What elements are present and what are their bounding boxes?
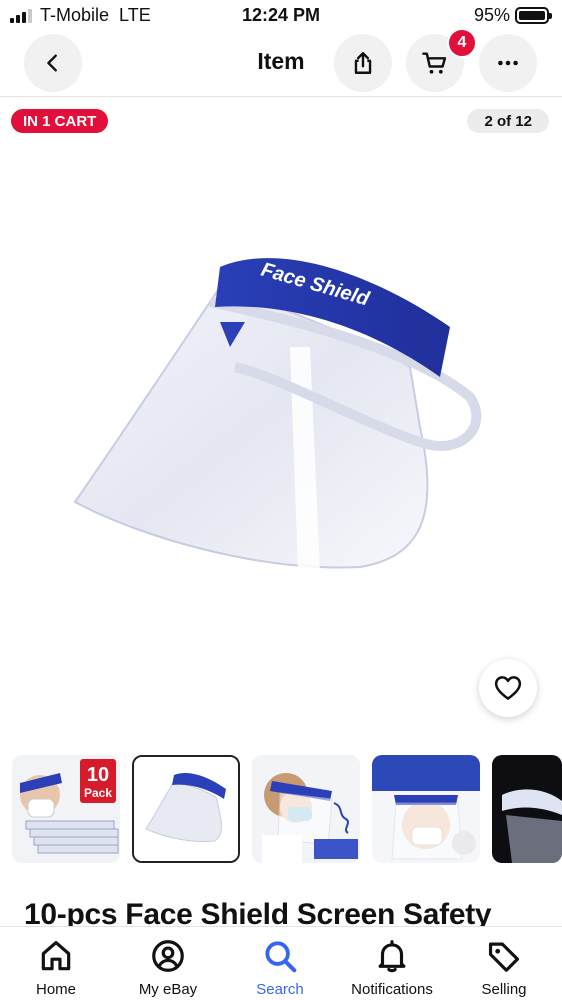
- cart-count-badge: 4: [447, 28, 477, 58]
- tag-icon: [488, 942, 520, 972]
- product-image-gallery[interactable]: IN 1 CART 2 of 12 Face Shield: [0, 97, 562, 747]
- nav-notifications[interactable]: Notifications: [336, 927, 448, 1000]
- thumbnail-partial-image: [492, 755, 562, 863]
- more-options-button[interactable]: [479, 34, 537, 92]
- bottom-navigation: Home My eBay Search Notifications Sellin…: [0, 926, 562, 1000]
- pack-badge-number: 10: [87, 764, 109, 786]
- battery-icon: [515, 7, 552, 24]
- thumbnail-10-pack-image: 10 Pack: [12, 755, 120, 863]
- thumbnail-partial[interactable]: [492, 755, 562, 863]
- image-counter: 2 of 12: [467, 109, 549, 133]
- thumbnail-transparent-image: [372, 755, 480, 863]
- user-icon: [152, 940, 184, 972]
- share-button[interactable]: [334, 34, 392, 92]
- bell-icon: [378, 940, 406, 973]
- page-title: Item: [257, 48, 305, 74]
- watch-button[interactable]: [479, 659, 537, 717]
- nav-home[interactable]: Home: [0, 927, 112, 1000]
- search-icon: [265, 941, 297, 973]
- nav-selling-label: Selling: [481, 981, 527, 998]
- share-icon: [354, 52, 372, 74]
- status-bar: T-Mobile LTE 12:24 PM 95%: [0, 0, 562, 34]
- nav-search[interactable]: Search: [224, 927, 336, 1000]
- nav-home-label: Home: [35, 981, 76, 998]
- nav-my-ebay-label: My eBay: [138, 981, 198, 998]
- battery-percent: 95%: [473, 5, 510, 25]
- pack-badge-label: Pack: [84, 786, 112, 800]
- nav-selling[interactable]: Selling: [448, 927, 560, 1000]
- nav-notifications-label: Notifications: [351, 981, 433, 998]
- thumbnail-model-shield[interactable]: [252, 755, 360, 863]
- more-icon: [498, 60, 518, 66]
- thumbnail-strip: 10 Pack: [0, 755, 562, 865]
- nav-my-ebay[interactable]: My eBay: [112, 927, 224, 1000]
- thumbnail-model-image: [252, 755, 360, 863]
- face-shield-image: Face Shield: [73, 249, 482, 572]
- thumbnail-10-pack[interactable]: 10 Pack: [12, 755, 120, 863]
- cart-icon: [422, 52, 447, 74]
- thumbnail-face-shield-image: [134, 757, 238, 861]
- heart-icon: [494, 676, 522, 700]
- top-app-bar: Item 4: [0, 28, 562, 96]
- in-cart-badge: IN 1 CART: [11, 109, 109, 133]
- thumbnail-face-shield-selected[interactable]: [132, 755, 240, 863]
- nav-search-label: Search: [256, 981, 304, 998]
- home-icon: [41, 940, 71, 971]
- thumbnail-transparent-shield[interactable]: [372, 755, 480, 863]
